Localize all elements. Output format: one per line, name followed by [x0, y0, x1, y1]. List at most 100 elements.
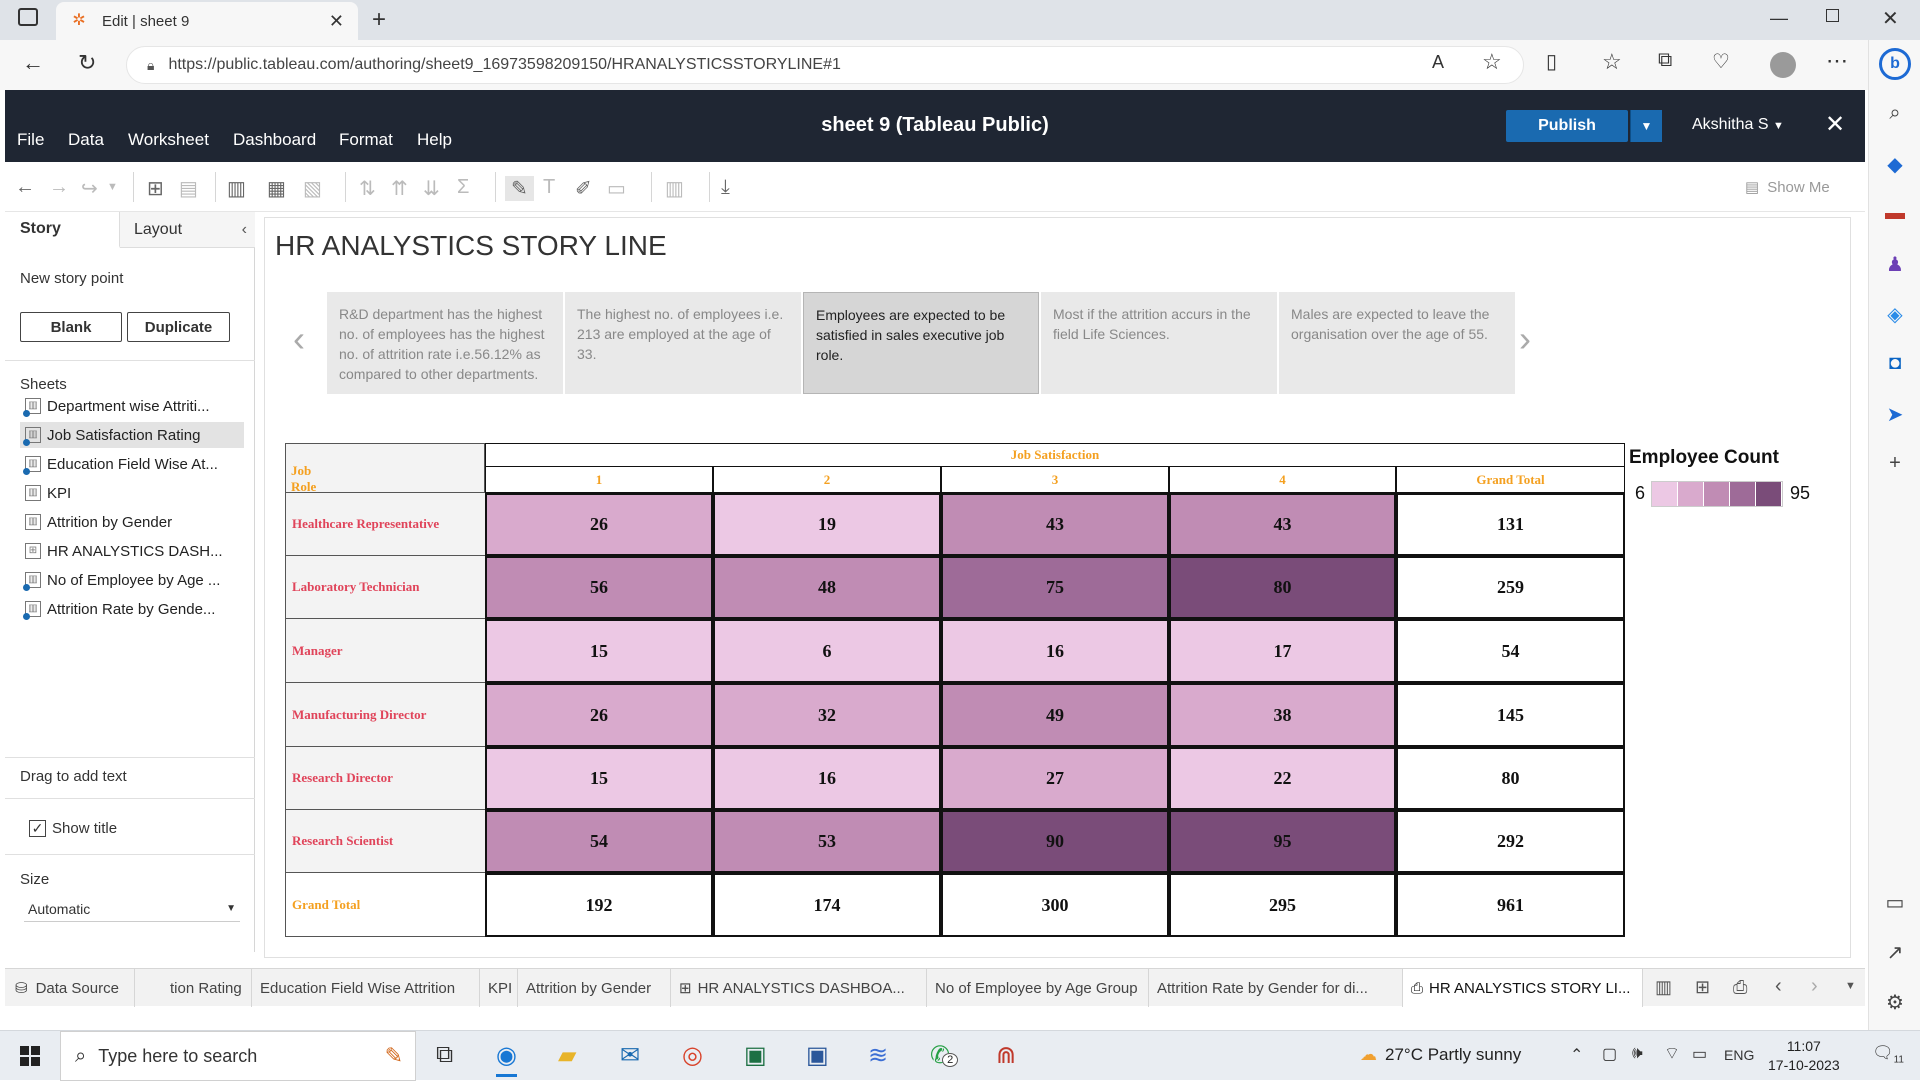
whatsapp-icon[interactable]: ✆2 [930, 1041, 959, 1070]
blank-button[interactable]: Blank [20, 312, 122, 342]
games-icon[interactable]: ♟ [1883, 252, 1907, 277]
scroll-right-icon[interactable]: › [1811, 975, 1818, 998]
sheet-item[interactable]: ▥ Attrition Rate by Gende... [20, 596, 244, 622]
new-worksheet-icon[interactable]: ▥ [227, 176, 246, 201]
tab-layout[interactable]: Layout ‹ [120, 212, 255, 248]
heat-cell[interactable]: 49 [941, 683, 1169, 747]
heat-cell[interactable]: 54 [485, 810, 713, 873]
row-total-cell[interactable]: 292 [1396, 810, 1625, 873]
row-total-cell[interactable]: 80 [1396, 747, 1625, 810]
excel-icon[interactable]: ▣ [744, 1041, 767, 1070]
menu-worksheet[interactable]: Worksheet [128, 130, 209, 150]
shopping-icon[interactable]: ◆ [1883, 152, 1907, 177]
copilot-icon[interactable]: b [1879, 48, 1911, 80]
microsoft365-icon[interactable]: ◈ [1883, 302, 1907, 327]
new-dashboard-tab-icon[interactable]: ⊞ [1695, 977, 1710, 998]
heat-cell[interactable]: 43 [1169, 493, 1396, 556]
heat-cell[interactable]: 26 [485, 683, 713, 747]
pause-updates-icon[interactable]: ▤ [179, 176, 198, 201]
edge-browser-icon[interactable]: ◉ [496, 1041, 517, 1077]
grand-total-cell[interactable]: 174 [713, 873, 941, 937]
heat-cell[interactable]: 27 [941, 747, 1169, 810]
language-indicator[interactable]: ENG [1724, 1047, 1754, 1063]
undo-icon[interactable]: ← [15, 176, 35, 199]
publish-button[interactable]: Publish [1506, 110, 1628, 142]
highlight-pen-icon[interactable]: ✎ [505, 176, 534, 201]
collections-icon[interactable]: ⧉ [1658, 49, 1672, 72]
favorite-star-icon[interactable]: ☆ [1482, 49, 1502, 75]
duplicate-sheet-icon[interactable]: ▦ [267, 176, 286, 201]
chevron-down-icon[interactable]: ▼ [107, 181, 118, 193]
sort-ascending-icon[interactable]: ⇈ [391, 176, 408, 201]
tab-sheet[interactable]: KPI [480, 969, 518, 1007]
tab-sheet[interactable]: Education Field Wise Attrition [252, 969, 480, 1007]
size-dropdown[interactable]: Automatic ▼ [24, 896, 240, 922]
tray-chevron-icon[interactable]: ⌃ [1570, 1045, 1583, 1065]
heat-cell[interactable]: 38 [1169, 683, 1396, 747]
mail-icon[interactable]: ✉ [620, 1041, 640, 1070]
more-icon[interactable]: ⋯ [1826, 48, 1848, 74]
fit-icon[interactable]: ▭ [607, 176, 626, 201]
heat-cell[interactable]: 15 [485, 747, 713, 810]
duplicate-button[interactable]: Duplicate [127, 312, 230, 342]
heat-cell[interactable]: 16 [713, 747, 941, 810]
weather-widget[interactable]: ☁ 27°C Partly sunny [1360, 1045, 1521, 1065]
menu-dashboard[interactable]: Dashboard [233, 130, 316, 150]
file-explorer-icon[interactable]: ▰ [558, 1041, 576, 1070]
heat-cell[interactable]: 32 [713, 683, 941, 747]
drag-to-add-text[interactable]: Drag to add text [20, 768, 127, 785]
add-icon[interactable]: + [1883, 452, 1907, 475]
sheet-item[interactable]: ▥ Education Field Wise At... [20, 451, 244, 477]
grand-total-cell[interactable]: 300 [941, 873, 1169, 937]
outlook-icon[interactable]: ◘ [1883, 352, 1907, 375]
performance-icon[interactable]: ♡ [1712, 49, 1730, 74]
publish-dropdown-icon[interactable]: ▼ [1630, 110, 1662, 142]
story-point-caption[interactable]: The highest no. of employees i.e. 213 ar… [565, 292, 801, 394]
new-worksheet-tab-icon[interactable]: ▥ [1655, 977, 1672, 998]
heat-cell[interactable]: 26 [485, 493, 713, 556]
send-icon[interactable]: ➤ [1883, 402, 1907, 427]
heat-cell[interactable]: 19 [713, 493, 941, 556]
sheet-item[interactable]: ▥ Job Satisfaction Rating [20, 422, 244, 448]
annotate-icon[interactable]: ✐ [575, 176, 592, 201]
heat-cell[interactable]: 17 [1169, 619, 1396, 683]
story-point-caption-active[interactable]: Employees are expected to be satisfied i… [803, 292, 1039, 394]
tabs-menu-icon[interactable]: ▼ [1845, 980, 1856, 992]
story-point-caption[interactable]: Males are expected to leave the organisa… [1279, 292, 1515, 394]
download-icon[interactable]: ⤓ [721, 176, 730, 199]
sheet-item[interactable]: ⊞ HR ANALYSTICS DASH... [20, 538, 244, 564]
story-point-caption[interactable]: Most if the attrition accurs in the fiel… [1041, 292, 1277, 394]
user-menu[interactable]: Akshitha S ▼ [1692, 116, 1784, 134]
sheet-item[interactable]: ▥ Department wise Attriti... [20, 393, 244, 419]
volume-icon[interactable]: 🕪︎ [1632, 1043, 1643, 1063]
color-legend-ramp[interactable] [1651, 481, 1783, 507]
story-point-caption[interactable]: R&D department has the highest no. of em… [327, 292, 563, 394]
heat-cell[interactable]: 90 [941, 810, 1169, 873]
show-me-button[interactable]: ▤ Show Me [1745, 178, 1830, 196]
restore-icon[interactable] [1826, 9, 1839, 22]
word-icon[interactable]: ▣ [806, 1041, 829, 1070]
row-total-cell[interactable]: 259 [1396, 556, 1625, 619]
sway-icon[interactable]: ≋ [868, 1041, 888, 1070]
redo-icon[interactable]: → [49, 176, 69, 199]
taskbar-search[interactable]: ⌕ Type here to search ✎ [60, 1031, 416, 1081]
search-icon[interactable]: ⌕ [1883, 102, 1907, 125]
url-field[interactable]: 🔒︎ https://public.tableau.com/authoring/… [126, 46, 1524, 84]
new-story-tab-icon[interactable]: ⎙ [1733, 977, 1747, 998]
heat-cell[interactable]: 75 [941, 556, 1169, 619]
tab-sheet[interactable]: Attrition Rate by Gender for di... [1149, 969, 1403, 1007]
sidebar-toggle-icon[interactable] [18, 8, 38, 26]
tab-story[interactable]: Story [5, 212, 120, 248]
heat-cell[interactable]: 95 [1169, 810, 1396, 873]
heat-cell[interactable]: 43 [941, 493, 1169, 556]
close-app-icon[interactable]: ✕ [1825, 110, 1845, 139]
app-icon[interactable]: ⋒ [996, 1041, 1016, 1070]
favorites-icon[interactable]: ☆ [1602, 49, 1622, 75]
tab-sheet[interactable]: Attrition by Gender [518, 969, 671, 1007]
menu-file[interactable]: File [17, 130, 44, 150]
meet-icon[interactable]: ▢ [1602, 1044, 1617, 1064]
totals-sigma-icon[interactable]: Σ [457, 176, 469, 199]
tab-sheet[interactable]: No of Employee by Age Group [927, 969, 1149, 1007]
notification-icon[interactable]: 🗨︎11 [1872, 1043, 1904, 1065]
show-title-checkbox[interactable]: ✓ [29, 820, 46, 837]
